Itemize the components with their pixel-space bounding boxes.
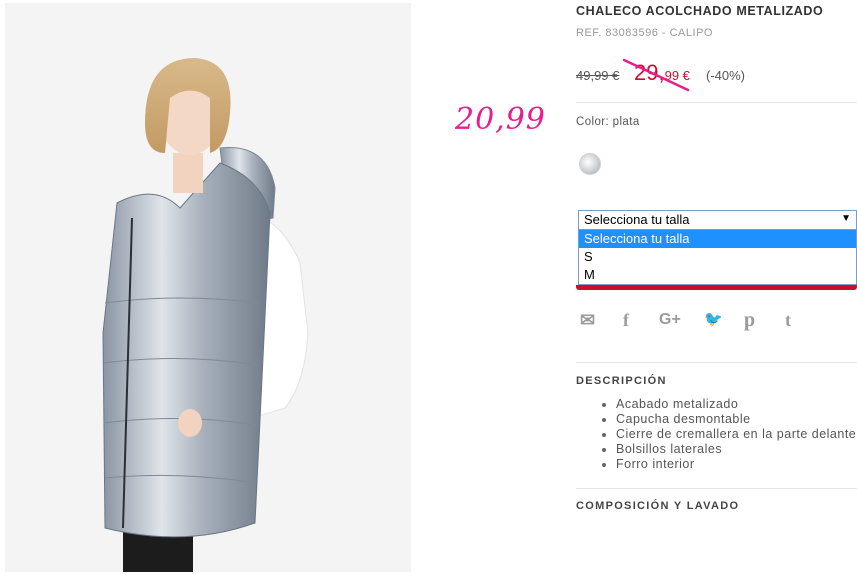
sale-price: 29,99 € [634, 60, 690, 86]
dropdown-arrow-icon: ▼ [841, 213, 851, 224]
sale-price-decimal: 99 € [664, 68, 690, 83]
divider [576, 488, 857, 489]
list-item: Capucha desmontable [602, 412, 857, 427]
product-image[interactable] [5, 3, 411, 572]
twitter-icon[interactable]: 🐦 [704, 309, 723, 331]
model-wearing-vest [5, 3, 411, 572]
description-list: Acabado metalizado Capucha desmontable C… [576, 397, 857, 472]
size-option-placeholder[interactable]: Selecciona tu talla [579, 230, 856, 248]
facebook-icon[interactable]: f [623, 309, 629, 331]
list-item: Cierre de cremallera en la parte delante… [602, 427, 857, 441]
discount-badge: (-40%) [706, 68, 746, 83]
google-plus-icon[interactable]: G+ [659, 309, 681, 331]
composition-heading[interactable]: COMPOSICIÓN Y LAVADO [576, 500, 739, 512]
color-label: Color: plata [576, 116, 640, 128]
product-title: CHALECO ACOLCHADO METALIZADO [576, 4, 824, 18]
size-select-value: Selecciona tu talla [584, 212, 690, 227]
add-to-bag-button[interactable] [576, 285, 857, 290]
size-select[interactable]: Selecciona tu talla ▼ [578, 210, 857, 230]
list-item: Bolsillos laterales [602, 442, 857, 457]
old-price: 49,99 € [576, 68, 620, 83]
price-block: 49,99 € 29,99 € (-40%) [576, 60, 856, 90]
tumblr-icon[interactable]: t [785, 309, 791, 331]
color-swatch-silver[interactable] [579, 153, 601, 175]
size-options-list: Selecciona tu talla S M [578, 230, 857, 285]
divider [576, 102, 857, 103]
share-bar: ✉ f G+ 🐦 p t [578, 309, 818, 333]
list-item: Acabado metalizado [602, 397, 857, 412]
handwritten-price-annotation: 20,99 [455, 102, 546, 137]
mail-icon[interactable]: ✉ [580, 309, 595, 331]
description-heading[interactable]: DESCRIPCIÓN [576, 375, 667, 387]
sale-price-integer: 29, [634, 60, 665, 85]
divider [576, 362, 857, 363]
list-item: Forro interior [602, 457, 857, 472]
product-reference: REF. 83083596 - CALIPO [576, 27, 713, 39]
size-option-s[interactable]: S [579, 248, 856, 266]
pinterest-icon[interactable]: p [744, 309, 755, 331]
size-option-m[interactable]: M [579, 266, 856, 284]
